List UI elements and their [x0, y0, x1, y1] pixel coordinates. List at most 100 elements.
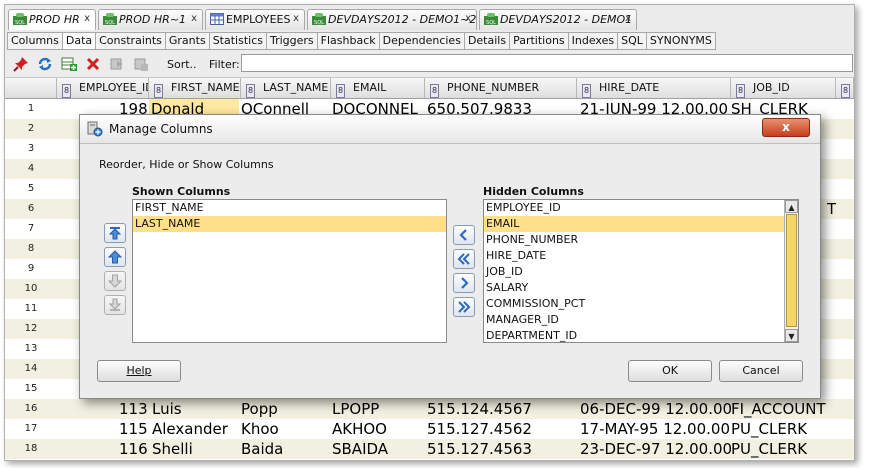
- column-header-job-id[interactable]: 8 JOB_ID: [731, 78, 836, 98]
- list-item[interactable]: JOB_ID: [484, 264, 798, 280]
- column-header-last-name[interactable]: 8 LAST_NAME: [241, 78, 331, 98]
- doc-tab-prod-hr-1[interactable]: SQL PROD HR~1 x: [98, 9, 203, 30]
- hidden-columns-label: Hidden Columns: [483, 185, 584, 198]
- cancel-button[interactable]: Cancel: [719, 360, 803, 382]
- shown-columns-list[interactable]: FIRST_NAME LAST_NAME: [132, 199, 447, 343]
- insert-row-icon[interactable]: [61, 56, 77, 72]
- commit-icon[interactable]: [109, 56, 125, 72]
- table-row[interactable]: 18 116 Shelli Baida SBAIDA 515.127.4563 …: [5, 439, 854, 459]
- column-header-employee-id[interactable]: 8 EMPLOYEE_ID: [57, 78, 149, 98]
- cell-employee-id[interactable]: 113: [119, 399, 148, 419]
- filter-input[interactable]: [241, 54, 853, 72]
- cell-phone-number[interactable]: 515.124.4567: [427, 399, 532, 419]
- column-header-next[interactable]: 8: [836, 78, 854, 98]
- cell-hire-date[interactable]: 23-DEC-97 12.00.00: [580, 439, 732, 459]
- tab-flashback[interactable]: Flashback: [316, 32, 380, 50]
- cell-phone-number[interactable]: 515.127.4563: [427, 439, 532, 459]
- column-header-phone-number[interactable]: 8 PHONE_NUMBER: [425, 78, 577, 98]
- cell-hire-date[interactable]: 06-DEC-99 12.00.00: [580, 399, 732, 419]
- doc-tab-devdays-demo1[interactable]: SQL DEVDAYS2012 - DEMO1 x: [479, 9, 637, 30]
- row-number: 15: [24, 383, 38, 394]
- scroll-down-icon[interactable]: ▼: [785, 329, 798, 342]
- row-number: 16: [24, 403, 38, 414]
- tab-partitions[interactable]: Partitions: [509, 32, 569, 50]
- help-button[interactable]: Help: [97, 360, 181, 382]
- scrollbar-thumb[interactable]: [786, 214, 797, 327]
- delete-row-icon[interactable]: [85, 56, 101, 72]
- cell-email[interactable]: SBAIDA: [332, 439, 388, 459]
- sort-button[interactable]: Sort..: [167, 58, 197, 71]
- tab-grants[interactable]: Grants: [164, 32, 210, 50]
- tab-indexes[interactable]: Indexes: [567, 32, 619, 50]
- cell-job-id[interactable]: FI_ACCOUNT: [731, 399, 826, 419]
- list-item[interactable]: FIRST_NAME: [133, 200, 446, 216]
- cell-job-id[interactable]: PU_CLERK: [731, 419, 807, 439]
- close-icon[interactable]: x: [293, 13, 299, 24]
- cell-first-name[interactable]: Shelli: [152, 439, 193, 459]
- list-item[interactable]: MANAGER_ID: [484, 312, 798, 328]
- tab-dependencies[interactable]: Dependencies: [378, 32, 465, 50]
- show-selected-button[interactable]: [453, 225, 475, 245]
- list-item[interactable]: EMPLOYEE_ID: [484, 200, 798, 216]
- close-button[interactable]: x: [762, 118, 810, 137]
- list-item[interactable]: PHONE_NUMBER: [484, 232, 798, 248]
- dialog-title-bar[interactable]: Manage Columns x: [80, 115, 820, 144]
- tab-constraints[interactable]: Constraints: [95, 32, 166, 50]
- close-icon[interactable]: x: [84, 13, 90, 24]
- tab-triggers[interactable]: Triggers: [266, 32, 318, 50]
- hide-selected-button[interactable]: [453, 273, 475, 293]
- tab-statistics[interactable]: Statistics: [208, 32, 267, 50]
- table-row[interactable]: 16 113 Luis Popp LPOPP 515.124.4567 06-D…: [5, 399, 854, 419]
- close-icon[interactable]: x: [191, 13, 197, 24]
- cell-job-id-partial[interactable]: T: [827, 199, 836, 219]
- hidden-list-scrollbar[interactable]: ▲ ▼: [784, 200, 798, 342]
- list-item[interactable]: LAST_NAME: [133, 216, 446, 232]
- show-all-button[interactable]: [453, 249, 475, 269]
- pin-icon[interactable]: [13, 56, 29, 72]
- list-item[interactable]: SALARY: [484, 280, 798, 296]
- ok-button[interactable]: OK: [628, 360, 712, 382]
- move-bottom-button[interactable]: [104, 295, 126, 315]
- cell-job-id[interactable]: PU_CLERK: [731, 439, 807, 459]
- cell-first-name[interactable]: Luis: [152, 399, 182, 419]
- scroll-up-icon[interactable]: ▲: [785, 200, 798, 213]
- list-item[interactable]: HIRE_DATE: [484, 248, 798, 264]
- doc-tab-prod-hr[interactable]: SQL PROD HR x: [8, 9, 96, 30]
- doc-tab-employees[interactable]: EMPLOYEES x: [205, 9, 305, 30]
- column-header-hire-date[interactable]: 8 HIRE_DATE: [577, 78, 731, 98]
- cell-last-name[interactable]: Baida: [241, 439, 283, 459]
- grid-header: 8 EMPLOYEE_ID 8 FIRST_NAME 8 LAST_NAME 8 EMA…: [5, 78, 854, 99]
- close-icon[interactable]: x: [625, 13, 631, 24]
- tab-details[interactable]: Details: [463, 32, 511, 50]
- list-item[interactable]: COMMISSION_PCT: [484, 296, 798, 312]
- move-up-button[interactable]: [104, 247, 126, 267]
- column-type-icon: 8: [582, 84, 591, 98]
- list-item[interactable]: EMAIL: [484, 216, 784, 232]
- tab-sql[interactable]: SQL: [617, 32, 647, 50]
- close-icon[interactable]: x: [465, 13, 471, 24]
- tab-data[interactable]: Data: [61, 32, 97, 50]
- cell-hire-date[interactable]: 17-MAY-95 12.00.00: [580, 419, 730, 439]
- doc-tab-devdays-demo1-2[interactable]: SQL DEVDAYS2012 - DEMO1~2 x: [307, 9, 477, 30]
- tab-columns[interactable]: Columns: [7, 32, 63, 50]
- rollback-icon[interactable]: [133, 56, 149, 72]
- cell-employee-id[interactable]: 115: [119, 419, 148, 439]
- cell-employee-id[interactable]: 116: [119, 439, 148, 459]
- column-header-email[interactable]: 8 EMAIL: [331, 78, 425, 98]
- table-row[interactable]: 17 115 Alexander Khoo AKHOO 515.127.4562…: [5, 419, 854, 439]
- tab-synonyms[interactable]: SYNONYMS: [645, 32, 716, 50]
- refresh-icon[interactable]: [37, 56, 53, 72]
- cell-last-name[interactable]: Popp: [241, 399, 278, 419]
- column-header-first-name[interactable]: 8 FIRST_NAME: [149, 78, 241, 98]
- cell-email[interactable]: LPOPP: [332, 399, 379, 419]
- hide-all-button[interactable]: [453, 297, 475, 317]
- cell-phone-number[interactable]: 515.127.4562: [427, 419, 532, 439]
- cell-first-name[interactable]: Alexander: [152, 419, 228, 439]
- move-top-button[interactable]: [104, 223, 126, 243]
- move-down-button[interactable]: [104, 271, 126, 291]
- cell-last-name[interactable]: Khoo: [241, 419, 279, 439]
- list-item[interactable]: DEPARTMENT_ID: [484, 328, 798, 342]
- row-number: 7: [27, 223, 35, 234]
- cell-email[interactable]: AKHOO: [332, 419, 387, 439]
- hidden-columns-list[interactable]: EMPLOYEE_ID EMAIL PHONE_NUMBER HIRE_DATE…: [483, 199, 799, 343]
